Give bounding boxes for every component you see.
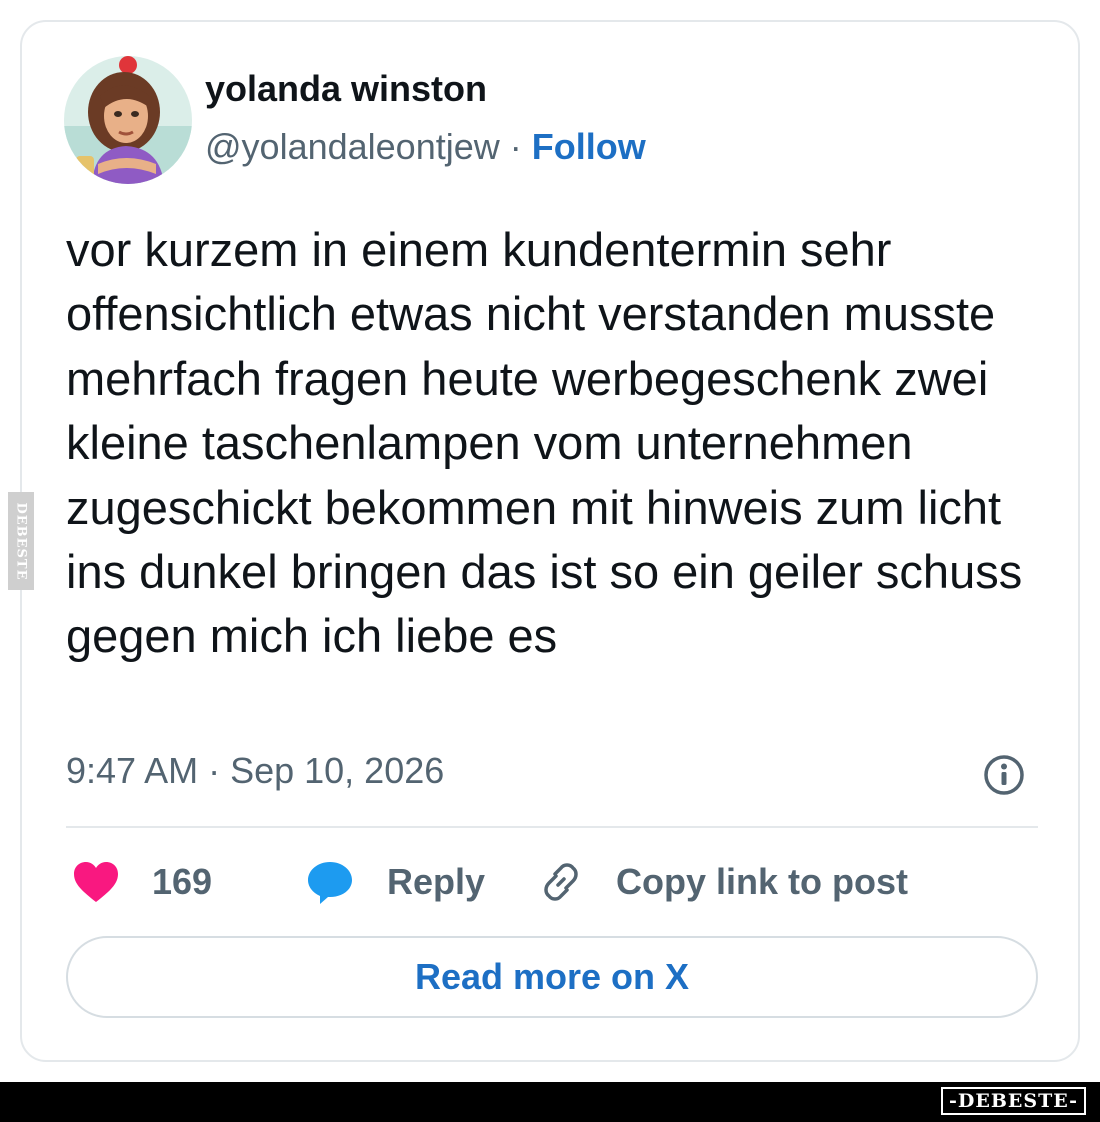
reply-label: Reply [387, 861, 486, 902]
author-avatar[interactable] [64, 56, 192, 184]
side-watermark: DEBESTE [8, 492, 34, 590]
author-handle-row: @yolandaleontjew · Follow [205, 126, 646, 168]
side-watermark-text: DEBESTE [13, 501, 29, 581]
tweet-card: yolanda winston @yolandaleontjew · Follo… [20, 20, 1080, 1062]
info-icon[interactable] [982, 753, 1026, 797]
handle-separator: · [499, 126, 532, 167]
like-count: 169 [152, 861, 213, 902]
heart-icon [74, 862, 118, 902]
link-icon [544, 863, 578, 901]
tweet-timestamp[interactable]: 9:47 AM · Sep 10, 2026 [66, 750, 444, 792]
read-more-button[interactable]: Read more on X [66, 936, 1038, 1018]
copy-link-button[interactable]: Copy link to post [538, 856, 908, 908]
bottom-watermark-logo: -DEBESTE- [941, 1087, 1086, 1115]
speech-bubble-icon [308, 862, 352, 904]
like-button[interactable]: 169 [72, 856, 212, 908]
copy-link-label: Copy link to post [616, 861, 908, 902]
divider [66, 826, 1038, 828]
author-handle[interactable]: @yolandaleontjew [205, 126, 500, 167]
reply-button[interactable]: Reply [305, 856, 485, 908]
follow-button[interactable]: Follow [532, 126, 646, 167]
cartoon-woman-avatar-icon [64, 56, 192, 184]
tweet-text: vor kurzem in einem kundentermin sehr of… [66, 223, 1023, 663]
bottom-bar: -DEBESTE- [0, 1082, 1100, 1122]
author-display-name[interactable]: yolanda winston [205, 68, 487, 110]
